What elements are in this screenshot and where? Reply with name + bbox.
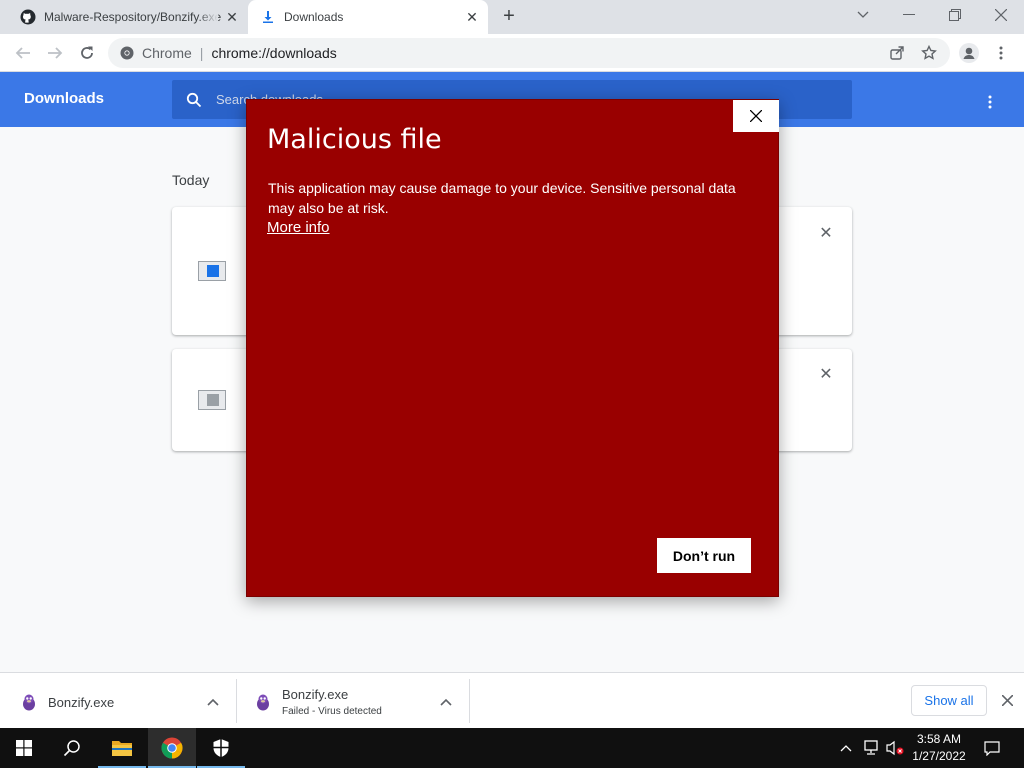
- tab-title: Downloads: [284, 10, 344, 24]
- chrome-icon[interactable]: [148, 728, 196, 768]
- shelf-download-item[interactable]: Bonzify.exe Failed - Virus detected: [254, 679, 468, 725]
- show-all-button[interactable]: Show all: [911, 685, 987, 716]
- download-icon: [260, 9, 276, 25]
- profile-avatar-icon[interactable]: [956, 40, 982, 66]
- close-shelf-icon[interactable]: [998, 691, 1016, 709]
- dont-run-button[interactable]: Don’t run: [657, 538, 751, 573]
- page-title: Downloads: [24, 90, 105, 107]
- share-icon[interactable]: [884, 38, 910, 68]
- shelf-file-name: Bonzify.exe: [48, 694, 115, 710]
- close-window-button[interactable]: [978, 0, 1024, 30]
- bonzi-buddy-icon: [23, 694, 35, 711]
- dialog-close-button[interactable]: [733, 100, 779, 132]
- new-tab-button[interactable]: +: [498, 6, 520, 28]
- shelf-file-name: Bonzify.exe: [282, 687, 349, 702]
- url-text: chrome://downloads: [211, 45, 337, 61]
- shelf-download-item[interactable]: Bonzify.exe: [20, 679, 234, 725]
- chrome-icon: [120, 46, 134, 60]
- forward-button[interactable]: [42, 40, 68, 66]
- restore-button[interactable]: [932, 0, 978, 30]
- clock-time: 3:58 AM: [916, 732, 962, 746]
- github-icon: [20, 9, 36, 25]
- close-tab-icon[interactable]: ✕: [222, 7, 242, 27]
- minimize-button[interactable]: [886, 0, 932, 30]
- chrome-menu-icon[interactable]: [988, 40, 1014, 66]
- show-hidden-icons[interactable]: [836, 728, 856, 768]
- search-icon[interactable]: [48, 728, 96, 768]
- close-icon: [750, 110, 762, 122]
- remove-download-icon[interactable]: ✕: [816, 223, 836, 243]
- more-actions-icon[interactable]: [978, 90, 1002, 114]
- back-button[interactable]: [10, 40, 36, 66]
- tab-malware-repository[interactable]: Malware-Respository/Bonzify.exe ✕: [8, 0, 248, 34]
- chevron-up-icon[interactable]: [206, 695, 220, 709]
- tab-downloads[interactable]: Downloads ✕: [248, 0, 488, 34]
- bookmark-star-icon[interactable]: [916, 38, 942, 68]
- browser-toolbar: Chrome | chrome://downloads: [0, 34, 1024, 72]
- notification-center-icon[interactable]: [980, 728, 1004, 768]
- shelf-file-status: Failed - Virus detected: [282, 706, 382, 717]
- close-tab-icon[interactable]: ✕: [462, 7, 482, 27]
- file-icon: [198, 390, 226, 410]
- file-explorer-icon[interactable]: [98, 728, 146, 768]
- site-chip: Chrome: [142, 45, 192, 61]
- clock-date: 1/27/2022: [912, 749, 966, 763]
- address-bar[interactable]: Chrome | chrome://downloads: [108, 38, 950, 68]
- file-icon: [198, 261, 226, 281]
- tab-search-icon[interactable]: [840, 0, 886, 30]
- windows-start-icon[interactable]: [0, 728, 48, 768]
- dialog-title: Malicious file: [267, 124, 442, 155]
- tab-title: Malware-Respository/Bonzify.exe: [44, 10, 222, 24]
- volume-muted-icon[interactable]: [884, 728, 906, 768]
- download-shelf: Bonzify.exe Bonzify.exe Failed - Virus d…: [0, 672, 1024, 728]
- more-info-link[interactable]: More info: [267, 219, 330, 236]
- reload-button[interactable]: [74, 40, 100, 66]
- chevron-up-icon[interactable]: [439, 695, 453, 709]
- system-clock[interactable]: 3:58 AM 1/27/2022: [906, 731, 972, 765]
- search-icon: [172, 92, 216, 108]
- remove-download-icon[interactable]: ✕: [816, 364, 836, 384]
- tab-strip: Malware-Respository/Bonzify.exe ✕ Downlo…: [0, 0, 1024, 34]
- windows-security-icon[interactable]: [197, 728, 245, 768]
- windows-taskbar: 3:58 AM 1/27/2022: [0, 728, 1024, 768]
- date-heading: Today: [172, 172, 210, 188]
- dialog-message: This application may cause damage to you…: [268, 180, 736, 216]
- bonzi-buddy-icon: [257, 694, 269, 711]
- malicious-file-dialog: Malicious file This application may caus…: [246, 99, 779, 597]
- network-icon[interactable]: [860, 728, 882, 768]
